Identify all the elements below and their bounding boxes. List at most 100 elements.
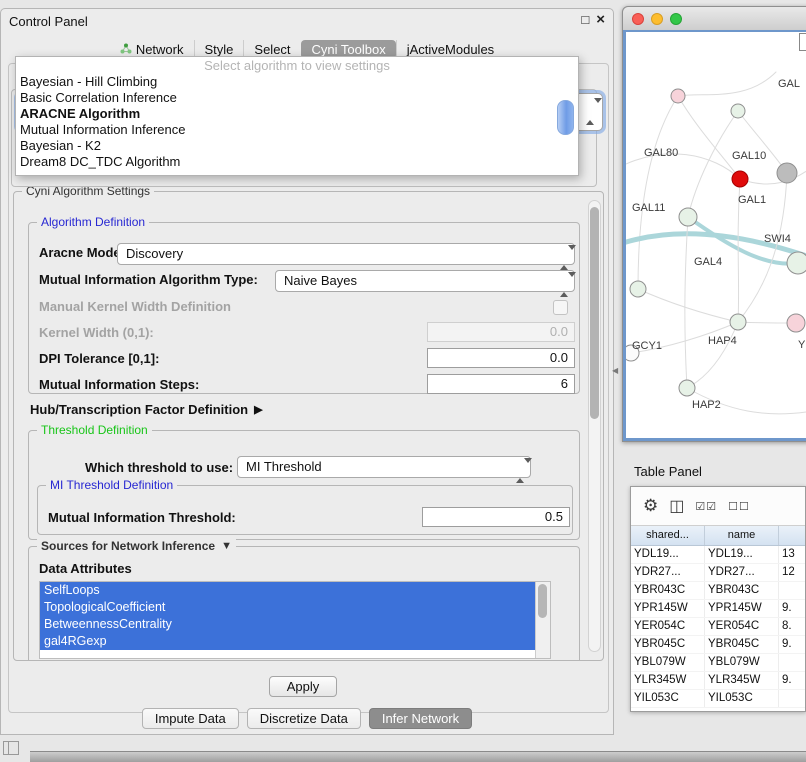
network-node[interactable] bbox=[732, 171, 748, 187]
mi-threshold-group-title: MI Threshold Definition bbox=[46, 478, 177, 492]
manual-kernel-label: Manual Kernel Width Definition bbox=[39, 297, 231, 317]
sources-title: Sources for Network Inference bbox=[41, 539, 215, 553]
algorithm-option-aracne-algorithm[interactable]: ARACNE Algorithm bbox=[16, 106, 578, 122]
network-edge bbox=[638, 96, 678, 289]
dpi-tolerance-input[interactable]: 0.0 bbox=[427, 348, 575, 368]
table-cell: YBL079W bbox=[631, 654, 705, 671]
network-node[interactable] bbox=[679, 380, 695, 396]
table-cell: 9. bbox=[779, 672, 805, 689]
algorithm-definition-group: Algorithm Definition Aracne Mode: Discov… bbox=[28, 222, 580, 394]
algorithm-option-bayesian-k2[interactable]: Bayesian - K2 bbox=[16, 138, 578, 154]
table-cell: 13 bbox=[779, 546, 805, 563]
columns-icon[interactable]: ◫ bbox=[669, 496, 684, 516]
table-row[interactable]: YIL053CYIL053C bbox=[631, 690, 805, 708]
network-window-titlebar[interactable] bbox=[623, 7, 806, 31]
docked-panel-icon[interactable] bbox=[3, 741, 19, 755]
combo-arrows-icon bbox=[560, 248, 569, 268]
apply-button[interactable]: Apply bbox=[269, 676, 337, 697]
cyni-algorithm-settings-group: Cyni Algorithm Settings Algorithm Defini… bbox=[13, 191, 604, 661]
mi-steps-label: Mutual Information Steps: bbox=[39, 375, 199, 395]
tab-impute-data[interactable]: Impute Data bbox=[142, 708, 239, 729]
panel-collapse-arrow-icon[interactable]: ◀ bbox=[612, 366, 618, 375]
algorithm-option-bayesian-hill-climbing[interactable]: Bayesian - Hill Climbing bbox=[16, 74, 578, 90]
mi-type-select[interactable]: Naive Bayes bbox=[275, 270, 575, 292]
manual-kernel-checkbox[interactable] bbox=[553, 300, 568, 315]
table-row[interactable]: YBL079WYBL079W bbox=[631, 654, 805, 672]
mi-threshold-label: Mutual Information Threshold: bbox=[48, 508, 236, 528]
attribute-item-selfloops[interactable]: SelfLoops bbox=[40, 582, 550, 599]
float-panel-button[interactable]: □ bbox=[581, 12, 589, 27]
attribute-item-topologicalcoefficient[interactable]: TopologicalCoefficient bbox=[40, 599, 550, 616]
popup-scrollbar-thumb[interactable] bbox=[557, 100, 574, 135]
node-label-y: Y bbox=[798, 339, 806, 351]
mi-steps-input[interactable]: 6 bbox=[427, 374, 575, 394]
algorithm-option-list: Bayesian - Hill ClimbingBasic Correlatio… bbox=[16, 74, 578, 170]
table-cell bbox=[779, 582, 805, 599]
tab-discretize-data[interactable]: Discretize Data bbox=[247, 708, 361, 729]
deselect-all-icon[interactable]: ☐☐ bbox=[728, 500, 750, 513]
column-header-name[interactable]: name bbox=[705, 526, 779, 545]
network-node[interactable] bbox=[731, 104, 745, 118]
algorithm-option-dream8-dc-tdc-algorithm[interactable]: Dream8 DC_TDC Algorithm bbox=[16, 154, 578, 170]
aracne-mode-select[interactable]: Discovery bbox=[117, 243, 575, 265]
table-row[interactable]: YDR27...YDR27...12 bbox=[631, 564, 805, 582]
kernel-width-input[interactable]: 0.0 bbox=[427, 322, 575, 342]
column-header-shared[interactable]: shared... bbox=[631, 526, 705, 545]
algorithm-option-basic-correlation-inference[interactable]: Basic Correlation Inference bbox=[16, 90, 578, 106]
control-panel: Control Panel □ × NetworkStyleSelectCyni… bbox=[0, 8, 614, 735]
gear-icon[interactable]: ⚙ bbox=[643, 496, 658, 516]
node-label-gal10: GAL10 bbox=[732, 150, 766, 162]
settings-scrollbar-thumb[interactable] bbox=[590, 207, 599, 419]
network-window: GALGAL80GAL10GAL11GAL1SWI4GAL4GCY1HAP4YH… bbox=[622, 6, 806, 442]
hub-definition-toggle[interactable]: Hub/Transcription Factor Definition ▶ bbox=[30, 402, 263, 417]
which-threshold-label: Which threshold to use: bbox=[85, 458, 233, 478]
table-cell: 9. bbox=[779, 600, 805, 617]
table-row[interactable]: YBR045CYBR045C9. bbox=[631, 636, 805, 654]
close-window-button[interactable] bbox=[632, 13, 644, 25]
network-node[interactable] bbox=[787, 252, 806, 274]
birdseye-toggle[interactable] bbox=[799, 33, 806, 51]
list-scrollbar-thumb[interactable] bbox=[538, 584, 547, 618]
table-panel-window: ⚙ ◫ ☑☑ ☐☐ shared...name YDL19...YDL19...… bbox=[630, 486, 806, 712]
network-edge bbox=[638, 289, 738, 322]
close-panel-button[interactable]: × bbox=[596, 12, 605, 27]
sources-toggle[interactable]: Sources for Network Inference ▼ bbox=[37, 539, 236, 553]
minimize-window-button[interactable] bbox=[651, 13, 663, 25]
select-all-icon[interactable]: ☑☑ bbox=[695, 500, 717, 513]
table-row[interactable]: YER054CYER054C8. bbox=[631, 618, 805, 636]
node-label-gal1: GAL1 bbox=[738, 194, 766, 206]
table-header-row: shared...name bbox=[631, 526, 805, 546]
attribute-item-betweennesscentrality[interactable]: BetweennessCentrality bbox=[40, 616, 550, 633]
settings-scrollbar[interactable] bbox=[588, 200, 601, 652]
tab-infer-network[interactable]: Infer Network bbox=[369, 708, 472, 729]
hub-definition-label: Hub/Transcription Factor Definition bbox=[30, 402, 248, 417]
list-scrollbar[interactable] bbox=[535, 582, 550, 658]
mi-threshold-input[interactable]: 0.5 bbox=[422, 507, 570, 527]
table-cell: YBR043C bbox=[705, 582, 779, 599]
zoom-window-button[interactable] bbox=[670, 13, 682, 25]
table-row[interactable]: YBR043CYBR043C bbox=[631, 582, 805, 600]
table-body: YDL19...YDL19...13YDR27...YDR27...12YBR0… bbox=[631, 546, 805, 708]
network-node[interactable] bbox=[630, 281, 646, 297]
threshold-type-select[interactable]: MI Threshold bbox=[237, 456, 531, 478]
table-row[interactable]: YPR145WYPR145W9. bbox=[631, 600, 805, 618]
attribute-item-gal4rgexp[interactable]: gal4RGexp bbox=[40, 633, 550, 650]
combo-arrows-icon bbox=[560, 275, 569, 295]
network-node[interactable] bbox=[730, 314, 746, 330]
network-node[interactable] bbox=[787, 314, 805, 332]
network-node[interactable] bbox=[671, 89, 685, 103]
algorithm-option-mutual-information-inference[interactable]: Mutual Information Inference bbox=[16, 122, 578, 138]
network-edge bbox=[678, 72, 776, 96]
table-cell: YPR145W bbox=[631, 600, 705, 617]
table-row[interactable]: YLR345WYLR345W9. bbox=[631, 672, 805, 690]
network-node[interactable] bbox=[679, 208, 697, 226]
network-graph: GALGAL80GAL10GAL11GAL1SWI4GAL4GCY1HAP4YH… bbox=[626, 32, 806, 441]
network-node[interactable] bbox=[777, 163, 797, 183]
network-canvas[interactable]: GALGAL80GAL10GAL11GAL1SWI4GAL4GCY1HAP4YH… bbox=[623, 30, 806, 441]
table-cell: YPR145W bbox=[705, 600, 779, 617]
node-label-gal4: GAL4 bbox=[694, 256, 722, 268]
table-cell: YBR045C bbox=[631, 636, 705, 653]
algorithm-dropdown-popup: Select algorithm to view settings Bayesi… bbox=[15, 56, 579, 176]
table-row[interactable]: YDL19...YDL19...13 bbox=[631, 546, 805, 564]
panel-title: Control Panel bbox=[9, 14, 88, 29]
